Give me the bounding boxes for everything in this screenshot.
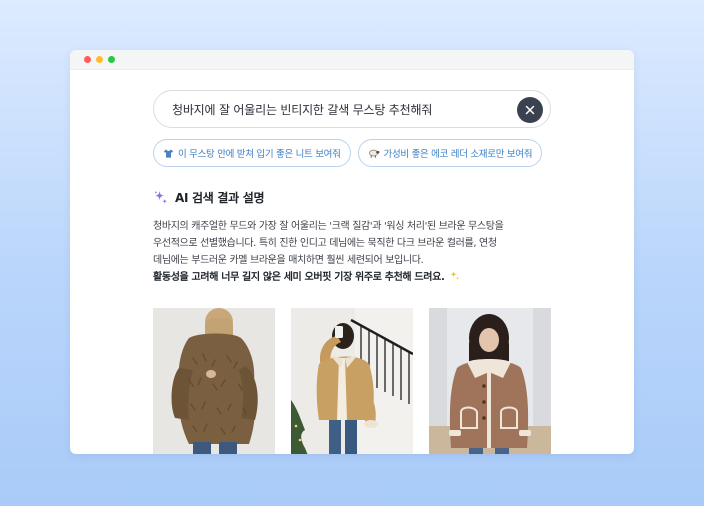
ai-summary-title: AI 검색 결과 설명 <box>175 191 265 205</box>
window-titlebar <box>70 50 634 70</box>
search-bar[interactable]: 청바지에 잘 어울리는 빈티지한 갈색 무스탕 추천해줘 <box>153 90 551 128</box>
product-grid <box>153 308 551 454</box>
camel-shearling-jacket-photo <box>291 308 413 454</box>
shirt-icon <box>163 148 174 158</box>
suggestion-chip-eco-leather[interactable]: 가성비 좋은 에코 레더 소재로만 보여줘 <box>357 139 543 167</box>
sheep-icon <box>368 149 379 158</box>
suggestion-chips: 이 무스탕 안에 받쳐 입기 좋은 니트 보여줘 가성비 좋은 에코 레더 소재… <box>153 139 551 167</box>
ai-summary-text: 청바지의 캐주얼한 무드와 가장 잘 어울리는 '크랙 질감'과 '워싱 처리'… <box>153 218 551 286</box>
ai-summary-line: 데님에는 부드러운 카멜 브라운을 매치하면 훨씬 세련되어 보입니다. <box>153 255 424 266</box>
sparkle-emoji-icon <box>450 270 460 280</box>
close-window-dot[interactable] <box>84 56 91 63</box>
ai-summary-header: AI 검색 결과 설명 <box>153 189 551 206</box>
shaggy-brown-coat-photo <box>153 308 275 454</box>
suggestion-chip-label: 이 무스탕 안에 받쳐 입기 좋은 니트 보여줘 <box>178 149 341 160</box>
ai-summary-line: 청바지의 캐주얼한 무드와 가장 잘 어울리는 '크랙 질감'과 '워싱 처리'… <box>153 221 504 232</box>
close-icon <box>525 105 535 115</box>
ai-summary-emphasis: 활동성을 고려해 너무 길지 않은 세미 오버핏 기장 위주로 추천해 드려요. <box>153 272 445 283</box>
ai-summary-bold-line: 활동성을 고려해 너무 길지 않은 세미 오버핏 기장 위주로 추천해 드려요. <box>153 269 551 286</box>
brown-mustang-coat-photo <box>429 308 551 454</box>
sparkle-icon <box>154 190 168 204</box>
product-card[interactable] <box>153 308 275 454</box>
minimize-window-dot[interactable] <box>96 56 103 63</box>
product-card[interactable] <box>429 308 551 454</box>
suggestion-chip-knit[interactable]: 이 무스탕 안에 받쳐 입기 좋은 니트 보여줘 <box>153 139 351 167</box>
browser-window: 청바지에 잘 어울리는 빈티지한 갈색 무스탕 추천해줘 이 무스탕 안에 받쳐… <box>70 50 634 454</box>
clear-search-button[interactable] <box>517 97 543 123</box>
maximize-window-dot[interactable] <box>108 56 115 63</box>
product-card[interactable] <box>291 308 413 454</box>
ai-summary-line: 우선적으로 선별했습니다. 특히 진한 인디고 데님에는 묵직한 다크 브라운 … <box>153 238 497 249</box>
search-input[interactable]: 청바지에 잘 어울리는 빈티지한 갈색 무스탕 추천해줘 <box>172 101 432 118</box>
suggestion-chip-label: 가성비 좋은 에코 레더 소재로만 보여줘 <box>383 149 533 160</box>
main-content: 청바지에 잘 어울리는 빈티지한 갈색 무스탕 추천해줘 이 무스탕 안에 받쳐… <box>153 90 551 454</box>
